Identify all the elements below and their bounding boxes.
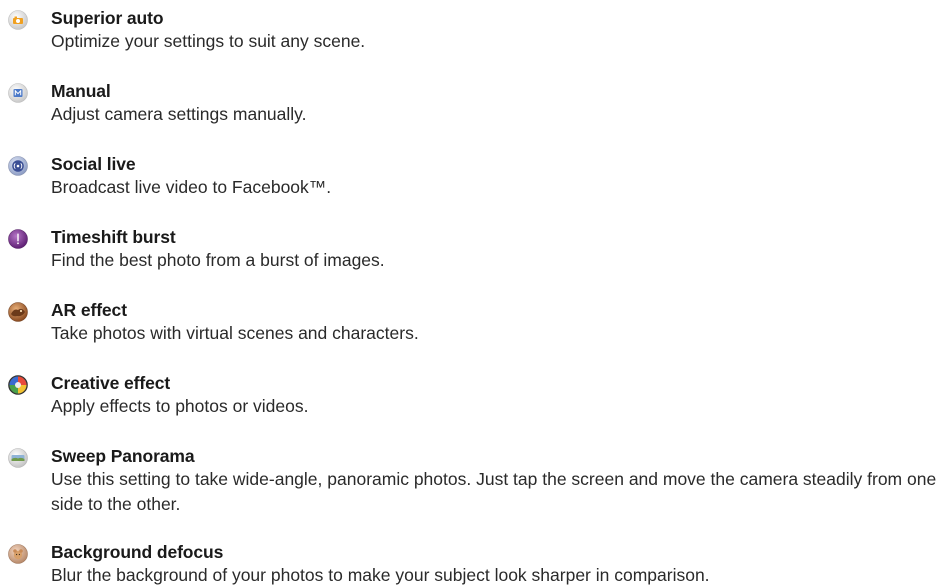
mode-title: Sweep Panorama — [51, 446, 195, 466]
superior-auto-icon — [8, 10, 28, 30]
mode-description: Find the best photo from a burst of imag… — [51, 250, 385, 270]
mode-description: Broadcast live video to Facebook™. — [51, 177, 332, 197]
mode-title: Manual — [51, 81, 111, 101]
mode-title: Background defocus — [51, 542, 224, 562]
ar-effect-icon — [8, 302, 28, 322]
social-live-icon — [8, 156, 28, 176]
background-defocus-icon — [8, 544, 28, 564]
timeshift-burst-icon — [8, 229, 28, 249]
mode-description: Apply effects to photos or videos. — [51, 396, 309, 416]
mode-title: AR effect — [51, 300, 127, 320]
creative-effect-icon — [8, 375, 28, 395]
mode-description: Take photos with virtual scenes and char… — [51, 323, 419, 343]
mode-title: Social live — [51, 154, 136, 174]
mode-description: Use this setting to take wide-angle, pan… — [51, 469, 937, 514]
mode-title: Timeshift burst — [51, 227, 176, 247]
sweep-panorama-icon — [8, 448, 28, 468]
mode-description: Adjust camera settings manually. — [51, 104, 307, 124]
mode-description: Optimize your settings to suit any scene… — [51, 31, 366, 51]
mode-title: Creative effect — [51, 373, 171, 393]
manual-icon — [8, 83, 28, 103]
mode-title: Superior auto — [51, 8, 164, 28]
